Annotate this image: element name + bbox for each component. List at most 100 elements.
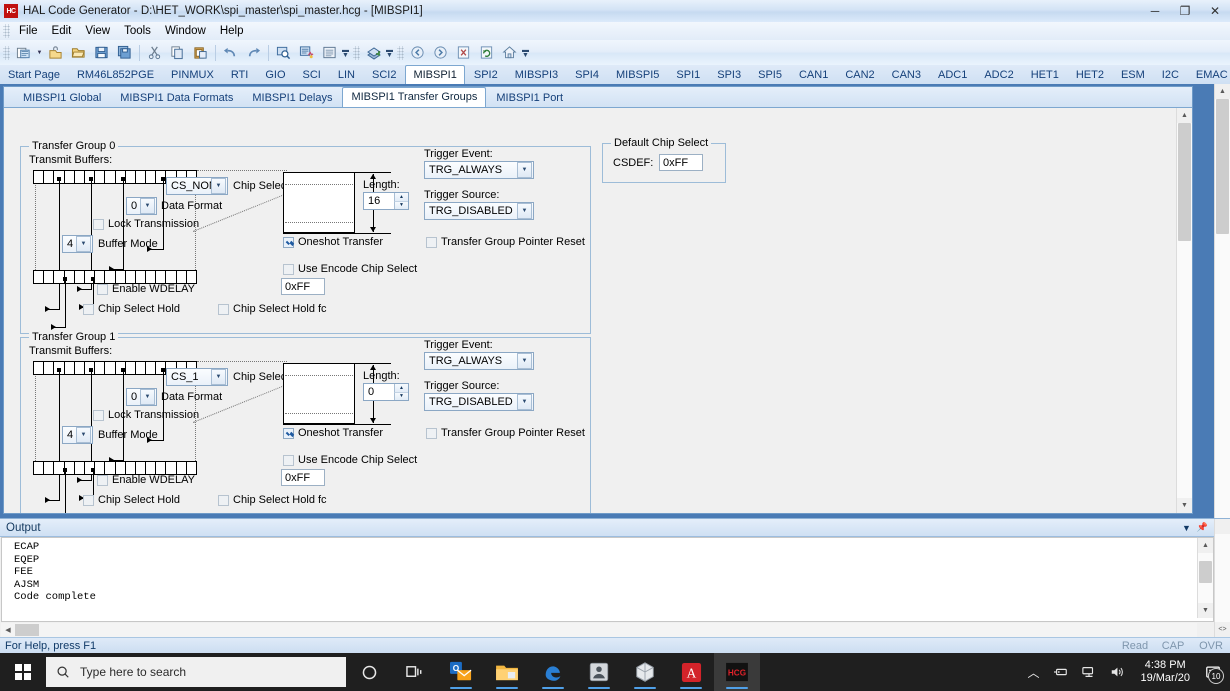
close-button[interactable]: ✕ [1200, 0, 1230, 22]
forward-icon[interactable] [429, 42, 452, 64]
tg0-use-encode-chip-select-checkbox[interactable]: Use Encode Chip Select [283, 263, 417, 275]
redo-icon[interactable] [242, 42, 265, 64]
cortana-icon[interactable] [346, 653, 392, 691]
task-view-icon[interactable] [392, 653, 438, 691]
scrollbar-track[interactable] [1215, 534, 1230, 622]
chevron-down-icon[interactable]: ▼ [76, 236, 91, 252]
tg1-encode-chip-select-input[interactable]: 0xFF [281, 469, 325, 486]
validate-icon[interactable] [295, 42, 318, 64]
tg1-transfer-group-pointer-reset-checkbox[interactable]: Transfer Group Pointer Reset [426, 427, 585, 439]
new-project-icon[interactable] [12, 42, 35, 64]
toolbar-overflow-icon[interactable]: ▬ ▼ [521, 43, 530, 63]
tg1-oneshot-transfer-checkbox[interactable]: Oneshot Transfer [283, 427, 383, 439]
search-input[interactable]: Type here to search [46, 657, 346, 687]
tg1-use-encode-chip-select-checkbox[interactable]: Use Encode Chip Select [283, 454, 417, 466]
tab-mibspi1-port[interactable]: MIBSPI1 Port [487, 88, 572, 107]
doc-tab-start-page[interactable]: Start Page [0, 66, 68, 84]
new-project-dropdown-icon[interactable]: ▼ [35, 43, 44, 63]
doc-tab-het1[interactable]: HET1 [1023, 66, 1067, 84]
output-horizontal-scrollbar[interactable]: ◀ [1, 623, 1197, 637]
tg0-chip-select-hold-fc-checkbox[interactable]: Chip Select Hold fc [218, 303, 327, 315]
find-icon[interactable] [272, 42, 295, 64]
outlook-icon[interactable]: O [438, 653, 484, 691]
toolbar-grip-icon[interactable] [3, 45, 10, 60]
scrollbar-thumb[interactable] [1178, 123, 1191, 241]
stop-icon[interactable] [452, 42, 475, 64]
notification-center-icon[interactable]: 10 [1200, 653, 1226, 691]
scroll-up-icon[interactable] [1215, 519, 1230, 534]
save-all-icon[interactable] [113, 42, 136, 64]
doc-tab-spi2[interactable]: SPI2 [466, 66, 506, 84]
doc-tab-i2c[interactable]: I2C [1154, 66, 1187, 84]
tg0-buffer-mode-combo[interactable]: 4 ▼ [62, 235, 93, 253]
doc-tab-adc1[interactable]: ADC1 [930, 66, 975, 84]
taskbar-clock[interactable]: 4:38 PM 19/Mar/20 [1132, 659, 1198, 685]
volume-icon[interactable] [1104, 653, 1130, 691]
menu-grip-icon[interactable] [3, 24, 10, 38]
scroll-up-icon[interactable]: ▲ [1177, 108, 1192, 123]
tab-mibspi1-transfer-groups[interactable]: MIBSPI1 Transfer Groups [342, 87, 487, 107]
doc-tab-spi1[interactable]: SPI1 [668, 66, 708, 84]
chevron-down-icon[interactable]: ▼ [517, 203, 532, 219]
tg1-length-spinner[interactable]: 0 ▲ ▼ [363, 383, 409, 401]
doc-tab-gio[interactable]: GIO [257, 66, 293, 84]
save-icon[interactable] [90, 42, 113, 64]
chevron-down-icon[interactable]: ▼ [211, 369, 226, 385]
generate-code-icon[interactable] [362, 42, 385, 64]
expand-collapse-icon[interactable]: <> [1215, 622, 1230, 637]
scroll-up-icon[interactable]: ▲ [1198, 538, 1213, 553]
scroll-down-icon[interactable]: ▼ [1177, 498, 1192, 513]
tg1-trigger-event-combo[interactable]: TRG_ALWAYS ▼ [424, 352, 534, 370]
chevron-down-icon[interactable]: ▼ [517, 394, 532, 410]
home-icon[interactable] [498, 42, 521, 64]
tg0-data-format-combo[interactable]: 0 ▼ [126, 197, 157, 215]
cut-icon[interactable] [143, 42, 166, 64]
tab-mibspi1-data-formats[interactable]: MIBSPI1 Data Formats [111, 88, 242, 107]
undo-icon[interactable] [219, 42, 242, 64]
start-button[interactable] [0, 653, 46, 691]
maximize-button[interactable]: ❐ [1170, 0, 1200, 22]
menu-window[interactable]: Window [158, 23, 213, 39]
tg1-lock-transmission-checkbox[interactable]: Lock Transmission [93, 409, 199, 421]
tg1-enable-wdelay-checkbox[interactable]: Enable WDELAY [97, 474, 195, 486]
doc-tab-spi5[interactable]: SPI5 [750, 66, 790, 84]
network-icon[interactable] [1076, 653, 1102, 691]
chevron-down-icon[interactable]: ▼ [517, 353, 532, 369]
refresh-icon[interactable] [475, 42, 498, 64]
doc-tab-sci2[interactable]: SCI2 [364, 66, 404, 84]
tab-mibspi1-delays[interactable]: MIBSPI1 Delays [243, 88, 341, 107]
scrollbar-track[interactable] [1215, 99, 1230, 518]
chevron-down-icon[interactable]: ▼ [140, 389, 155, 405]
tg0-length-spinner[interactable]: 16 ▲ ▼ [363, 192, 409, 210]
show-hidden-icons-icon[interactable]: ︿ [1020, 653, 1046, 691]
doc-tab-spi4[interactable]: SPI4 [567, 66, 607, 84]
paste-icon[interactable] [189, 42, 212, 64]
spinner-down-icon[interactable]: ▼ [394, 392, 408, 400]
tg1-data-format-combo[interactable]: 0 ▼ [126, 388, 157, 406]
scroll-down-icon[interactable]: ▼ [1198, 603, 1213, 618]
toolbar-overflow-icon[interactable]: ▬ ▼ [385, 43, 394, 63]
scroll-left-icon[interactable]: ◀ [1, 623, 15, 637]
back-icon[interactable] [406, 42, 429, 64]
open-folder-icon[interactable] [67, 42, 90, 64]
scrollbar-track[interactable] [1198, 553, 1213, 603]
doc-tab-het2[interactable]: HET2 [1068, 66, 1112, 84]
toolbar-grip-icon[interactable] [353, 45, 360, 60]
doc-tab-mibspi3[interactable]: MIBSPI3 [507, 66, 566, 84]
menu-file[interactable]: File [12, 23, 45, 39]
tg1-chip-select-hold-checkbox[interactable]: Chip Select Hold [83, 494, 180, 506]
tg0-lock-transmission-checkbox[interactable]: Lock Transmission [93, 218, 199, 230]
doc-tab-can2[interactable]: CAN2 [837, 66, 882, 84]
tg0-trigger-event-combo[interactable]: TRG_ALWAYS ▼ [424, 161, 534, 179]
doc-tab-rm46l852pge[interactable]: RM46L852PGE [69, 66, 162, 84]
csdef-input[interactable]: 0xFF [659, 154, 703, 171]
menu-view[interactable]: View [78, 23, 117, 39]
toolbar-overflow-icon[interactable]: ▬ ▼ [341, 43, 350, 63]
scrollbar-thumb[interactable] [15, 624, 39, 636]
file-explorer-icon[interactable] [484, 653, 530, 691]
copy-icon[interactable] [166, 42, 189, 64]
doc-tab-spi3[interactable]: SPI3 [709, 66, 749, 84]
doc-tab-rti[interactable]: RTI [223, 66, 257, 84]
tab-mibspi1-global[interactable]: MIBSPI1 Global [14, 88, 110, 107]
scrollbar-track[interactable] [1177, 123, 1192, 498]
